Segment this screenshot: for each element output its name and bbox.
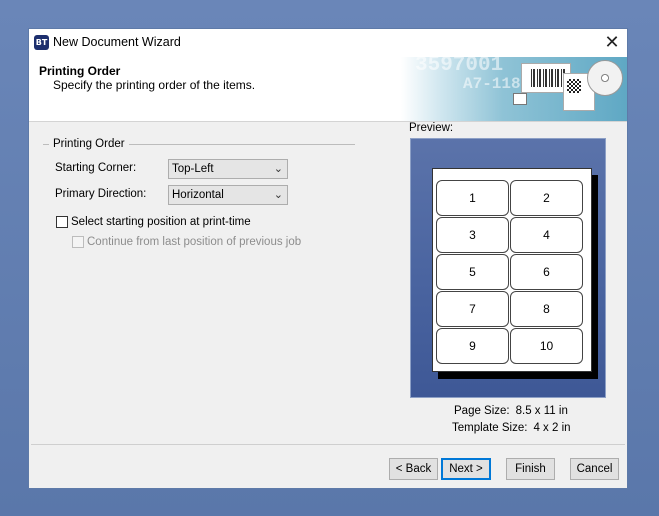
wizard-window: BT New Document Wizard ✕ Printing Order … <box>28 28 628 489</box>
banner-number-1: 3597001 <box>415 57 504 77</box>
template-size-info: Template Size: 4 x 2 in <box>452 422 571 434</box>
app-icon: BT <box>34 35 49 50</box>
chevron-down-icon: ⌄ <box>273 189 283 201</box>
preview-page: 1 2 3 4 5 6 7 8 9 10 <box>432 168 592 372</box>
close-icon[interactable]: ✕ <box>597 29 627 57</box>
continue-last-position-label: Continue from last position of previous … <box>87 236 302 248</box>
starting-corner-value: Top-Left <box>172 163 214 175</box>
wizard-header: Printing Order Specify the printing orde… <box>29 57 627 122</box>
page-size-value: 8.5 x 11 in <box>515 405 568 417</box>
label-cell: 4 <box>510 217 583 253</box>
cancel-button[interactable]: Cancel <box>570 458 619 480</box>
banner-disc-icon <box>587 60 623 96</box>
banner-qr-icon <box>567 79 581 93</box>
label-cell: 10 <box>510 328 583 364</box>
back-button[interactable]: < Back <box>389 458 438 480</box>
starting-corner-select[interactable]: Top-Left ⌄ <box>168 159 288 179</box>
finish-button[interactable]: Finish <box>506 458 555 480</box>
preview-panel: 1 2 3 4 5 6 7 8 9 10 <box>410 138 606 398</box>
preview-label: Preview: <box>409 122 454 134</box>
primary-direction-value: Horizontal <box>172 189 224 201</box>
label-cell: 8 <box>510 291 583 327</box>
starting-corner-label: Starting Corner: <box>55 162 137 174</box>
primary-direction-select[interactable]: Horizontal ⌄ <box>168 185 288 205</box>
primary-direction-label: Primary Direction: <box>55 188 147 200</box>
page-size-label: Page Size: <box>454 405 510 417</box>
next-button[interactable]: Next > <box>441 458 491 480</box>
label-cell: 5 <box>436 254 509 290</box>
label-cell: 9 <box>436 328 509 364</box>
footer-divider <box>31 444 625 445</box>
banner-barcode-small-icon <box>513 93 527 105</box>
printing-order-group-title: Printing Order <box>49 138 129 150</box>
label-cell: 3 <box>436 217 509 253</box>
banner-number-2: A7-118 <box>463 75 521 93</box>
select-at-print-time-checkbox[interactable] <box>56 216 68 228</box>
header-banner-image: 3597001 A7-118 <box>401 57 627 121</box>
page-size-info: Page Size: 8.5 x 11 in <box>454 405 568 417</box>
window-title: New Document Wizard <box>53 35 181 49</box>
continue-last-position-checkbox[interactable] <box>72 236 84 248</box>
page-title: Printing Order <box>39 64 121 78</box>
label-cell: 6 <box>510 254 583 290</box>
title-bar[interactable]: BT New Document Wizard ✕ <box>29 29 627 57</box>
template-size-value: 4 x 2 in <box>533 422 571 434</box>
label-cell: 7 <box>436 291 509 327</box>
select-at-print-time-label[interactable]: Select starting position at print-time <box>71 216 251 228</box>
template-size-label: Template Size: <box>452 422 528 434</box>
label-cell: 2 <box>510 180 583 216</box>
label-cell: 1 <box>436 180 509 216</box>
chevron-down-icon: ⌄ <box>273 163 283 175</box>
page-subtitle: Specify the printing order of the items. <box>53 78 256 92</box>
